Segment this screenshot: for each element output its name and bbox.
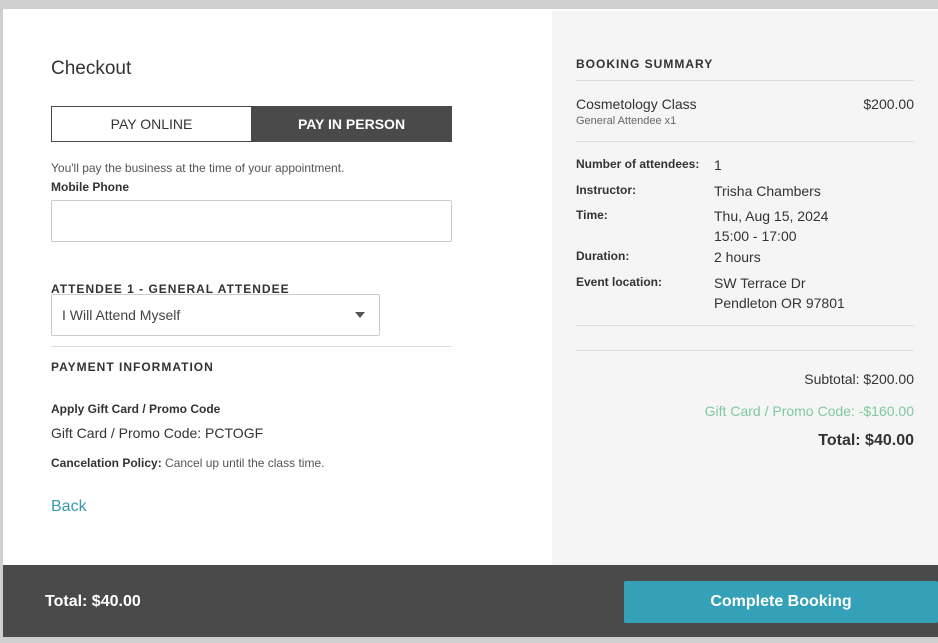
attendee-select[interactable]: I Will Attend Myself — [51, 294, 380, 336]
booking-summary-heading: BOOKING SUMMARY — [576, 57, 714, 71]
payment-method-toggle: PAY ONLINE PAY IN PERSON — [51, 106, 452, 142]
summary-total: Total: $40.00 — [818, 432, 914, 449]
section-divider — [51, 346, 452, 347]
item-name: Cosmetology Class — [576, 96, 697, 112]
detail-value: 1 — [714, 157, 722, 173]
item-price: $200.00 — [863, 96, 914, 112]
checkout-form-panel: Checkout PAY ONLINE PAY IN PERSON You'll… — [3, 11, 552, 565]
detail-value: 2 hours — [714, 249, 761, 265]
detail-value: Thu, Aug 15, 2024 15:00 - 17:00 — [714, 206, 828, 246]
mobile-phone-input[interactable] — [51, 200, 452, 242]
complete-booking-button[interactable]: Complete Booking — [624, 581, 938, 623]
location-street: SW Terrace Dr — [714, 275, 806, 291]
detail-value: Trisha Chambers — [714, 183, 821, 199]
time-range: 15:00 - 17:00 — [714, 228, 797, 244]
payment-info-heading: PAYMENT INFORMATION — [51, 360, 214, 374]
detail-key: Event location: — [576, 275, 663, 289]
item-sub: General Attendee x1 — [576, 115, 677, 127]
pay-in-person-note: You'll pay the business at the time of y… — [51, 161, 345, 175]
detail-key: Time: — [576, 208, 608, 222]
attendee-select-value: I Will Attend Myself — [62, 307, 181, 323]
checkout-window: Checkout PAY ONLINE PAY IN PERSON You'll… — [3, 11, 938, 565]
cancelation-policy-label: Cancelation Policy: — [51, 456, 162, 470]
mobile-phone-label: Mobile Phone — [51, 180, 129, 194]
booking-summary-panel: BOOKING SUMMARY Cosmetology Class Genera… — [552, 11, 938, 565]
summary-divider — [576, 80, 914, 81]
footer-bar: Total: $40.00 Complete Booking — [3, 565, 938, 637]
location-city: Pendleton OR 97801 — [714, 295, 845, 311]
page-title: Checkout — [51, 58, 132, 79]
time-date: Thu, Aug 15, 2024 — [714, 208, 829, 224]
discount: Gift Card / Promo Code: -$160.00 — [704, 403, 914, 419]
detail-key: Instructor: — [576, 183, 636, 197]
summary-divider — [576, 350, 914, 351]
pay-online-button[interactable]: PAY ONLINE — [52, 107, 252, 141]
cancelation-policy: Cancelation Policy: Cancel up until the … — [51, 456, 324, 470]
subtotal: Subtotal: $200.00 — [804, 371, 914, 387]
detail-key: Duration: — [576, 249, 630, 263]
pay-in-person-button[interactable]: PAY IN PERSON — [252, 107, 451, 141]
back-link[interactable]: Back — [51, 498, 87, 516]
caret-down-icon — [355, 312, 365, 318]
summary-divider — [576, 141, 914, 142]
detail-value: SW Terrace Dr Pendleton OR 97801 — [714, 273, 845, 313]
summary-divider — [576, 325, 914, 326]
cancelation-policy-text: Cancel up until the class time. — [161, 456, 325, 470]
detail-key: Number of attendees: — [576, 157, 700, 171]
footer-total: Total: $40.00 — [45, 593, 141, 610]
gift-card-label: Apply Gift Card / Promo Code — [51, 402, 221, 416]
gift-card-value: Gift Card / Promo Code: PCTOGF — [51, 425, 264, 441]
